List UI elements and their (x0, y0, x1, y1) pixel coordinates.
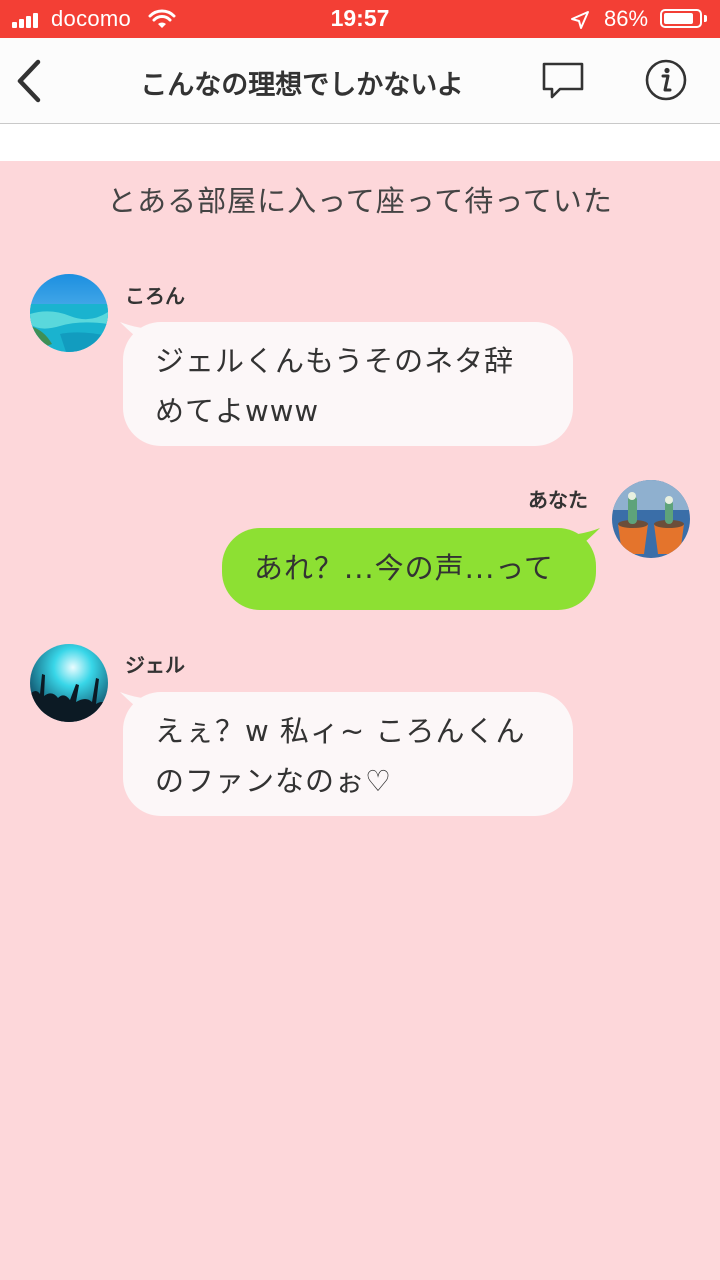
header-divider-strip (0, 124, 720, 161)
message-bubble-anata[interactable]: あれ？...今の声...って (222, 528, 596, 610)
avatar-koron[interactable] (30, 274, 108, 352)
sender-name-jel: ジェル (125, 653, 185, 677)
comment-icon[interactable] (540, 60, 586, 102)
battery-icon (660, 9, 702, 28)
cactus-photo-icon (612, 480, 690, 558)
avatar-jel[interactable] (30, 644, 108, 722)
concert-photo-icon (30, 644, 108, 722)
message-line: えぇ？w 私ィ~ ころんくん (155, 714, 526, 748)
avatar-anata[interactable] (612, 480, 690, 558)
info-icon[interactable] (644, 58, 688, 102)
narration-text: とある部屋に入って座って待っていた (107, 184, 613, 218)
battery-tip (704, 15, 707, 22)
message-line: めてよwww (155, 394, 320, 428)
navigation-bar: こんなの理想でしかないよ (0, 38, 720, 124)
message-bubble-jel[interactable]: えぇ？w 私ィ~ ころんくん のファンなのぉ♡ (123, 692, 573, 816)
sender-name-anata: あなた (528, 488, 588, 512)
battery-level-fill (664, 13, 693, 24)
status-bar: docomo 19:57 86% (0, 0, 720, 38)
message-line: あれ？...今の声...って (254, 551, 554, 585)
message-line: のファンなのぉ♡ (155, 764, 392, 798)
ocean-photo-icon (30, 274, 108, 352)
battery-percentage: 86% (604, 6, 649, 31)
message-line: ジェルくんもうそのネタ辞 (155, 344, 515, 378)
message-bubble-koron[interactable]: ジェルくんもうそのネタ辞 めてよwww (123, 322, 573, 446)
chat-title: こんなの理想でしかないよ (140, 70, 464, 101)
sender-name-koron: ころん (125, 284, 185, 308)
location-arrow-icon (571, 11, 589, 29)
